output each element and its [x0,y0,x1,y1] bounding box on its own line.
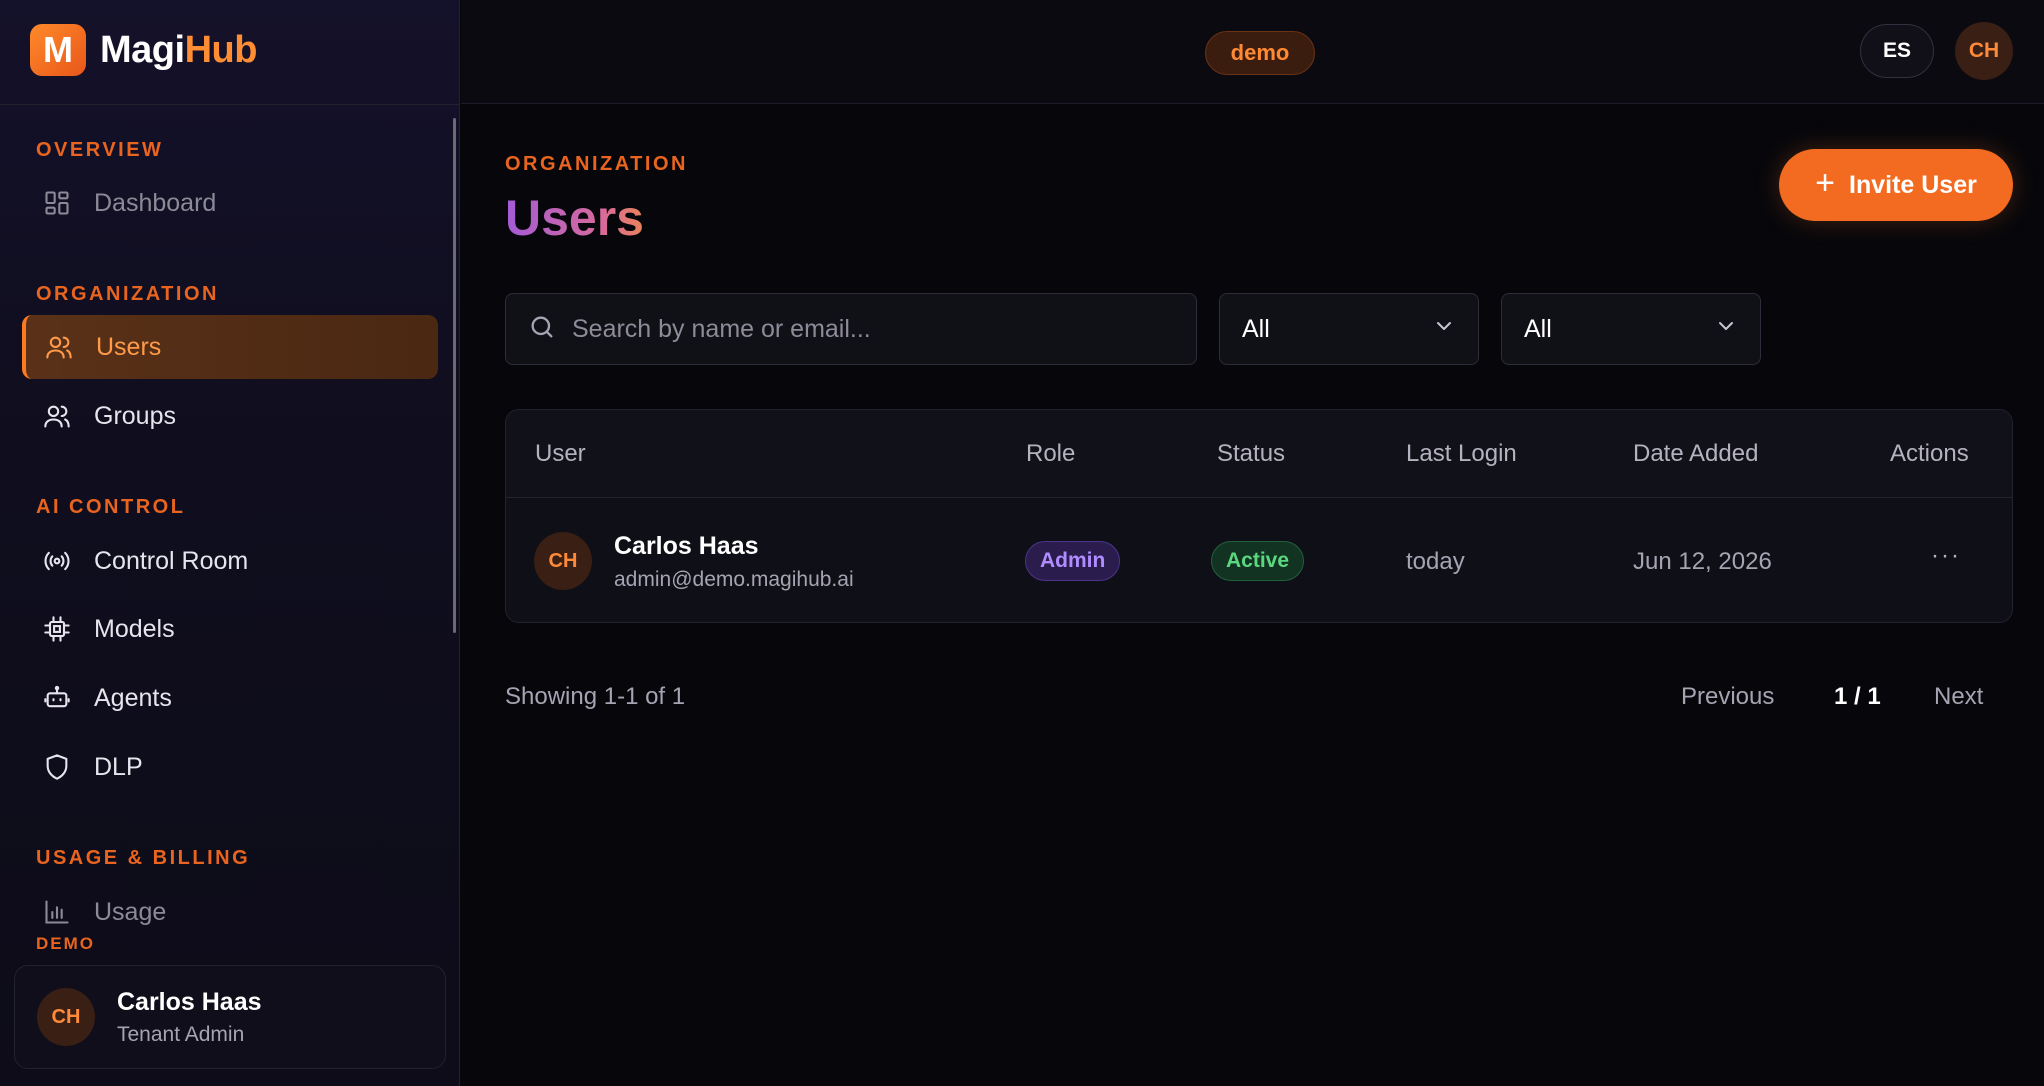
column-header-date-added[interactable]: Date Added [1633,440,1758,468]
pagination-summary: Showing 1-1 of 1 [505,683,686,710]
status-badge: Active [1211,541,1305,581]
sidebar-item-control-room[interactable]: Control Room [22,529,438,593]
bot-icon [42,683,72,713]
bar-chart-icon [42,897,72,927]
section-label-overview: OVERVIEW [36,139,164,161]
search-box[interactable] [505,293,1197,365]
sidebar-divider [0,104,460,105]
sidebar-item-dashboard[interactable]: Dashboard [22,171,438,235]
pagination-previous-button[interactable]: Previous [1681,683,1774,711]
page-title: Users [505,190,644,246]
role-filter-select[interactable]: All [1219,293,1479,365]
sidebar-scrollbar[interactable] [453,118,456,633]
section-label-organization: ORGANIZATION [36,283,219,305]
role-badge: Admin [1025,541,1121,581]
date-added-cell: Jun 12, 2026 [1633,548,1772,575]
main-content: ORGANIZATION Users + Invite User All All [461,105,2044,1086]
chevron-down-icon [1714,314,1738,345]
brand-logo-icon: M [30,24,86,76]
sidebar-user-card[interactable]: CH Carlos Haas Tenant Admin [14,965,446,1069]
brand-name-part1: Magi [100,28,185,71]
broadcast-icon [42,546,72,576]
page-eyebrow: ORGANIZATION [505,153,688,175]
brand-name-part2: Hub [184,28,258,71]
role-filter-value: All [1242,314,1270,343]
sidebar-item-users[interactable]: Users [22,315,438,379]
column-header-last-login[interactable]: Last Login [1406,440,1517,468]
shield-icon [42,752,72,782]
column-header-status[interactable]: Status [1217,440,1285,468]
sidebar-item-label: Models [94,614,175,643]
user-email-cell: admin@demo.magihub.ai [614,568,854,591]
search-icon [528,313,556,346]
pagination-next-button[interactable]: Next [1934,683,1983,711]
status-filter-value: All [1524,314,1552,343]
more-actions-icon[interactable]: ··· [1924,536,1968,576]
tenant-label: DEMO [36,934,95,953]
column-header-role[interactable]: Role [1026,440,1075,468]
user-name-cell: Carlos Haas [614,532,759,560]
user-role: Tenant Admin [117,1022,245,1046]
chip-icon [42,614,72,644]
column-header-actions: Actions [1890,440,1969,467]
topbar: demo ES CH [461,0,2044,104]
sidebar-item-label: Groups [94,401,176,430]
sidebar-item-label: Agents [94,683,172,712]
sidebar-item-dlp[interactable]: DLP [22,735,438,799]
app-root: M MagiHub OVERVIEW Dashboard ORGANIZATIO… [0,0,2044,1086]
brand-name: MagiHub [100,29,257,72]
user-card-text: Carlos Haas Tenant Admin [117,988,262,1047]
section-label-ai-control: AI CONTROL [36,496,186,518]
sidebar-item-label: DLP [94,752,143,781]
users-icon [44,332,74,362]
invite-user-button[interactable]: + Invite User [1779,149,2013,221]
user-name: Carlos Haas [117,987,262,1016]
user-avatar-button[interactable]: CH [1955,22,2013,80]
users-table: User Role Status Last Login Date Added A… [505,409,2013,623]
sidebar-item-label: Control Room [94,546,249,575]
last-login-cell: today [1406,548,1465,575]
brand[interactable]: M MagiHub [30,24,257,76]
sidebar-item-label: Usage [94,897,167,926]
section-label-usage-billing: USAGE & BILLING [36,847,251,869]
dashboard-icon [42,188,72,218]
language-button[interactable]: ES [1860,24,1934,78]
pagination-page-indicator: 1 / 1 [1834,683,1881,710]
tenant-badge[interactable]: demo [1205,31,1315,75]
search-input[interactable] [572,314,1172,344]
chevron-down-icon [1432,314,1456,345]
status-filter-select[interactable]: All [1501,293,1761,365]
sidebar-item-agents[interactable]: Agents [22,666,438,730]
sidebar-item-models[interactable]: Models [22,597,438,661]
plus-icon: + [1815,164,1835,202]
sidebar-item-label: Users [96,332,162,361]
groups-icon [42,401,72,431]
avatar: CH [534,532,592,590]
column-header-user[interactable]: User [535,440,586,468]
sidebar-item-groups[interactable]: Groups [22,384,438,448]
avatar: CH [37,988,95,1046]
table-row[interactable]: CH Carlos Haas admin@demo.magihub.ai Adm… [506,498,2012,622]
sidebar-item-label: Dashboard [94,188,217,217]
table-header: User Role Status Last Login Date Added A… [506,410,2012,498]
invite-user-label: Invite User [1849,170,1977,199]
sidebar: M MagiHub OVERVIEW Dashboard ORGANIZATIO… [0,0,460,1086]
